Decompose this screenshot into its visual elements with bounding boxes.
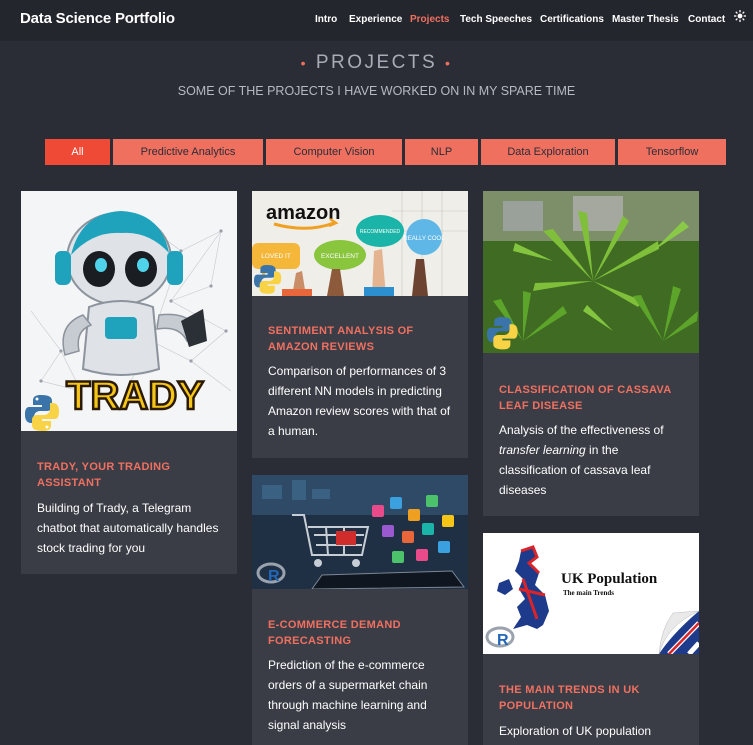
card-description: Building of Trady, a Telegram chatbot th…	[37, 501, 219, 555]
filter-computer-vision[interactable]: Computer Vision	[266, 139, 402, 165]
filter-all[interactable]: All	[45, 139, 110, 165]
uk-population-image[interactable]: UK Population The main Trends R	[483, 533, 699, 654]
cassava-illustration	[483, 191, 699, 353]
trady-logo-text: TRADY	[66, 374, 204, 418]
filter-nlp[interactable]: NLP	[405, 139, 478, 165]
project-card-ecommerce[interactable]: R E-COMMERCE DEMAND FORECASTING Predicti…	[252, 475, 468, 745]
card-description: Analysis of the effectiveness of transfe…	[499, 423, 664, 497]
bubble-loved-it: LOVED IT	[261, 253, 291, 260]
svg-text:R: R	[497, 632, 509, 649]
card-title[interactable]: TRADY, YOUR TRADING ASSISTANT	[37, 459, 223, 491]
project-card-uk-population[interactable]: UK Population The main Trends R THE MAIN…	[483, 533, 699, 745]
title-bullet-right: •	[444, 54, 453, 71]
card-description: Comparison of performances of 3 differen…	[268, 364, 451, 438]
nav-item-certifications[interactable]: Certifications	[540, 14, 604, 25]
uk-image-heading: UK Population	[561, 571, 658, 587]
card-description: Prediction of the e-commerce orders of a…	[268, 658, 428, 732]
project-card-trady[interactable]: TRADY TRADY, YOUR TRADING ASSISTANT Buil…	[21, 191, 237, 574]
trady-image[interactable]: TRADY	[21, 191, 237, 431]
card-title[interactable]: SENTIMENT ANALYSIS OF AMAZON REVIEWS	[268, 323, 454, 355]
nav-item-contact[interactable]: Contact	[688, 14, 725, 25]
nav-item-projects[interactable]: Projects	[410, 14, 449, 25]
bubble-really-cool: REALLY COOL	[403, 236, 445, 242]
nav-item-tech-speeches[interactable]: Tech Speeches	[460, 14, 532, 25]
section-title-text: PROJECTS	[315, 52, 438, 73]
cassava-image[interactable]	[483, 191, 699, 353]
title-bullet-left: •	[300, 54, 309, 71]
filter-tensorflow[interactable]: Tensorflow	[618, 139, 726, 165]
card-title[interactable]: CLASSIFICATION OF CASSAVA LEAF DISEASE	[499, 382, 685, 414]
uk-population-illustration: UK Population The main Trends R	[483, 533, 699, 654]
nav-menu: Intro Experience Projects Tech Speeches …	[0, 14, 753, 28]
navbar: Data Science Portfolio Intro Experience …	[0, 0, 753, 41]
nav-item-experience[interactable]: Experience	[349, 14, 402, 25]
section-title: • PROJECTS •	[0, 52, 753, 74]
nav-item-master-thesis[interactable]: Master Thesis	[612, 14, 679, 25]
amazon-illustration: amazon LOVED IT EXCELLENT RECOMMENDED RE…	[252, 191, 468, 296]
project-card-sentiment-analysis[interactable]: amazon LOVED IT EXCELLENT RECOMMENDED RE…	[252, 191, 468, 458]
section-subtitle: SOME OF THE PROJECTS I HAVE WORKED ON IN…	[177, 84, 576, 98]
sun-icon[interactable]	[733, 10, 747, 26]
project-card-cassava[interactable]: CLASSIFICATION OF CASSAVA LEAF DISEASE A…	[483, 191, 699, 516]
ecommerce-image[interactable]: R	[252, 475, 468, 589]
nav-item-intro[interactable]: Intro	[315, 14, 337, 25]
card-title[interactable]: E-COMMERCE DEMAND FORECASTING	[268, 617, 454, 649]
filter-data-exploration[interactable]: Data Exploration	[481, 139, 615, 165]
trady-illustration: TRADY	[25, 211, 232, 431]
card-description: Exploration of UK population	[499, 724, 652, 738]
ecommerce-illustration: R	[252, 475, 468, 589]
amazon-image[interactable]: amazon LOVED IT EXCELLENT RECOMMENDED RE…	[252, 191, 468, 296]
amazon-logo-text: amazon	[266, 202, 340, 224]
svg-text:R: R	[268, 568, 280, 585]
card-title[interactable]: THE MAIN TRENDS IN UK POPULATION	[499, 682, 685, 714]
filter-predictive-analytics[interactable]: Predictive Analytics	[113, 139, 263, 165]
bubble-excellent: EXCELLENT	[321, 253, 359, 260]
uk-image-subheading: The main Trends	[563, 589, 614, 597]
bubble-recommended: RECOMMENDED	[360, 229, 401, 235]
python-icon	[25, 395, 59, 431]
